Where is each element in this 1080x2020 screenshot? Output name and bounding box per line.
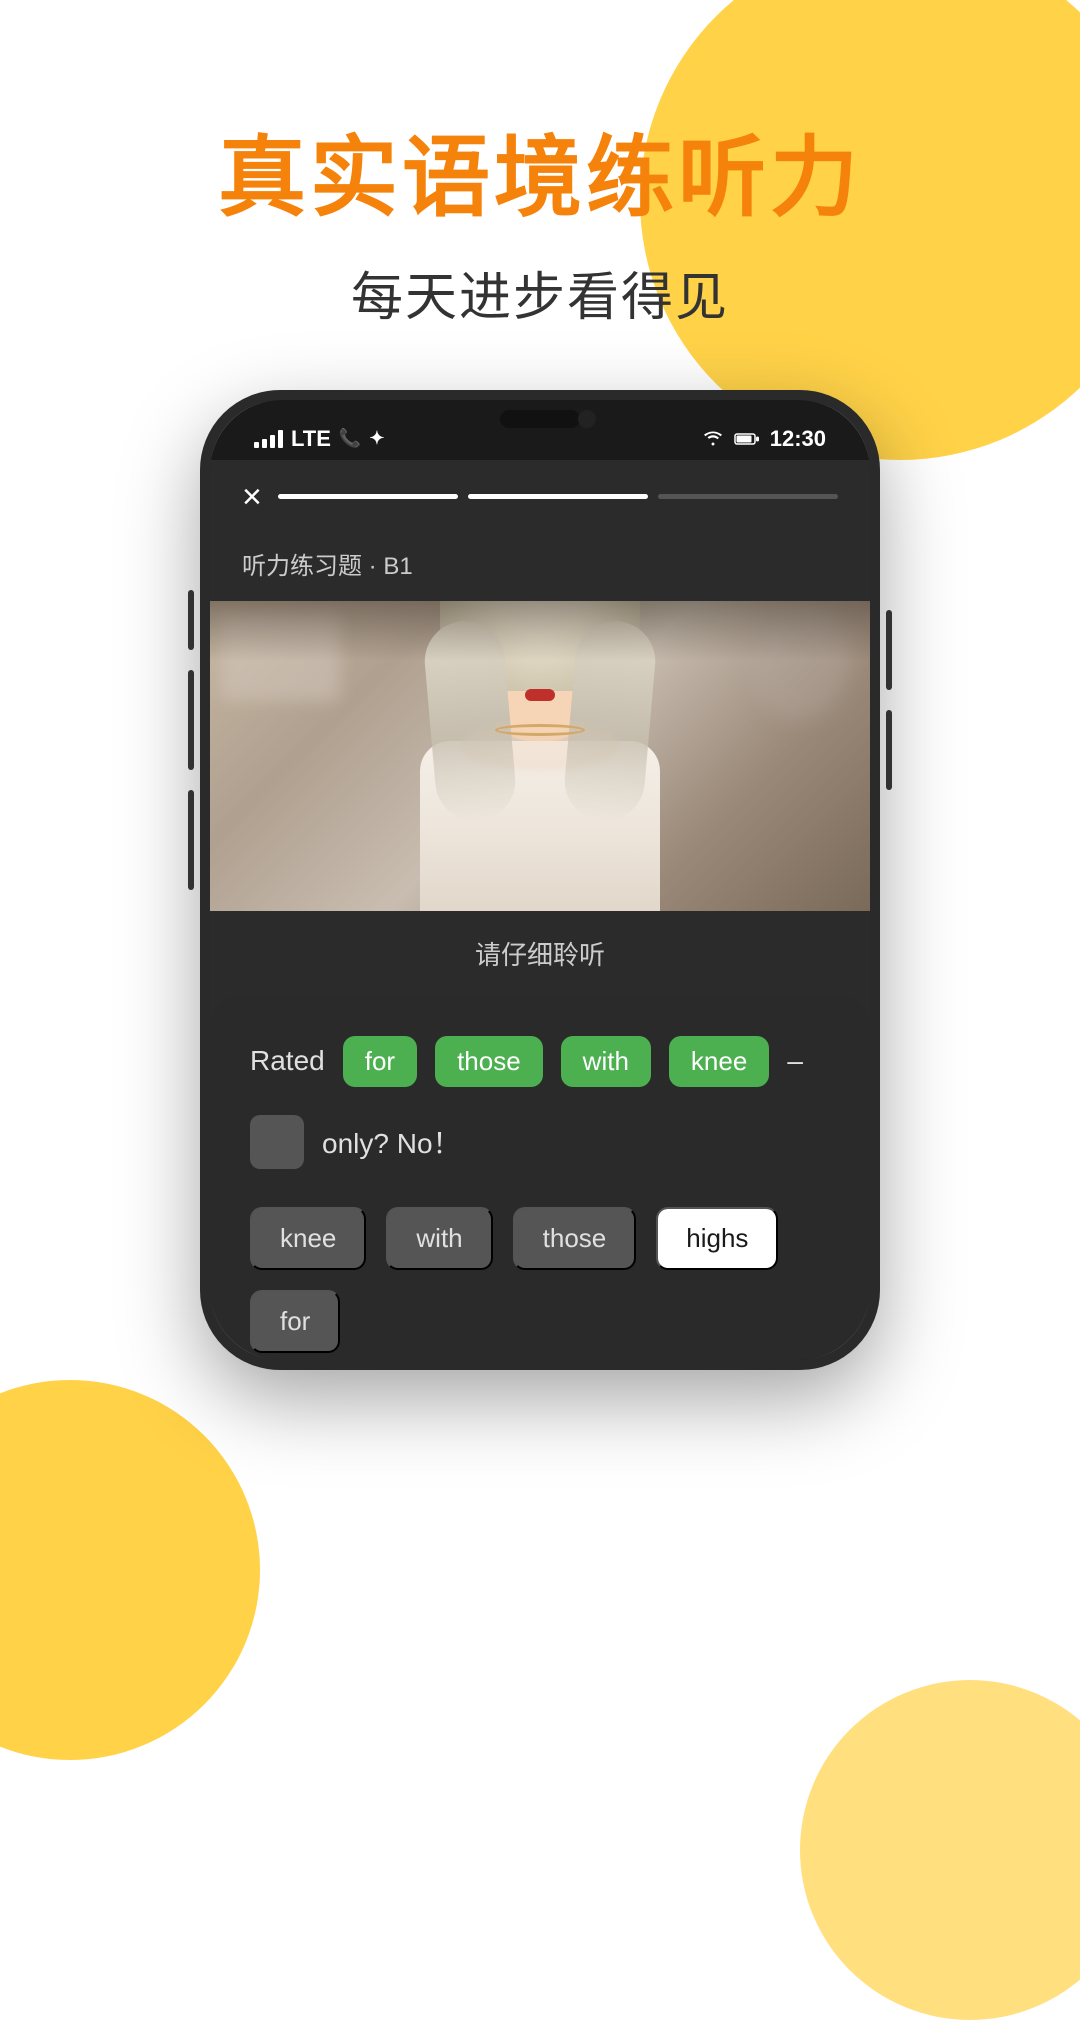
answer-row2-text: only? No！ xyxy=(322,1122,461,1162)
choice-for[interactable]: for xyxy=(250,1290,340,1353)
phone-mockup: LTE 📞 ✦ xyxy=(200,390,880,1370)
wifi-icon xyxy=(702,426,724,452)
header-section: 真实语境练听力 每天进步看得见 xyxy=(218,130,862,330)
status-right: 12:30 xyxy=(702,426,826,452)
rated-label: Rated xyxy=(250,1045,325,1077)
listen-instruction: 请仔细聆听 xyxy=(210,911,870,996)
progress-segment-2 xyxy=(468,494,648,499)
network-type: LTE xyxy=(291,426,331,452)
answer-row-2: only? No！ xyxy=(250,1115,830,1169)
answer-dash: – xyxy=(787,1045,803,1077)
answer-chip-with[interactable]: with xyxy=(561,1036,651,1087)
phone-side-mute xyxy=(188,590,194,650)
phone-side-vol-down xyxy=(188,790,194,890)
answer-chip-those[interactable]: those xyxy=(435,1036,543,1087)
phone-inner: LTE 📞 ✦ xyxy=(210,400,870,1360)
answer-panel: Rated for those with knee – only? No！ xyxy=(210,996,870,1360)
choice-highs[interactable]: highs xyxy=(656,1207,778,1270)
signal-bars-icon xyxy=(254,430,283,448)
page-title-sub: 每天进步看得见 xyxy=(218,255,862,330)
page-title-main: 真实语境练听力 xyxy=(218,130,862,227)
answer-blank-box[interactable] xyxy=(250,1115,304,1169)
answer-chip-knee[interactable]: knee xyxy=(669,1036,769,1087)
phone-notch xyxy=(440,400,640,438)
screen-content: × 听力练习题 · B1 xyxy=(210,460,870,1360)
phone-frame: LTE 📞 ✦ xyxy=(200,390,880,1370)
main-content: 真实语境练听力 每天进步看得见 xyxy=(0,0,1080,1920)
progress-segment-1 xyxy=(278,494,458,499)
phone-side-power xyxy=(886,610,892,690)
video-area xyxy=(210,601,870,911)
progress-bar-row: × xyxy=(210,460,870,530)
status-left: LTE 📞 ✦ xyxy=(254,426,384,452)
answer-chip-for[interactable]: for xyxy=(343,1036,417,1087)
word-choices: knee with those highs for xyxy=(250,1207,830,1353)
battery-icon xyxy=(734,426,760,452)
phone-side-power-2 xyxy=(886,710,892,790)
progress-segment-3 xyxy=(658,494,838,499)
answer-row-1: Rated for those with knee – xyxy=(250,1036,830,1087)
progress-segments xyxy=(278,494,838,499)
bluetooth-icon: ✦ xyxy=(369,428,384,449)
phone-side-vol-up xyxy=(188,670,194,770)
choice-knee[interactable]: knee xyxy=(250,1207,366,1270)
status-time: 12:30 xyxy=(770,426,826,452)
choice-with[interactable]: with xyxy=(386,1207,492,1270)
exercise-label: 听力练习题 · B1 xyxy=(210,530,870,601)
close-button[interactable]: × xyxy=(242,480,262,514)
choice-those[interactable]: those xyxy=(513,1207,637,1270)
call-icon: 📞 xyxy=(339,428,361,449)
